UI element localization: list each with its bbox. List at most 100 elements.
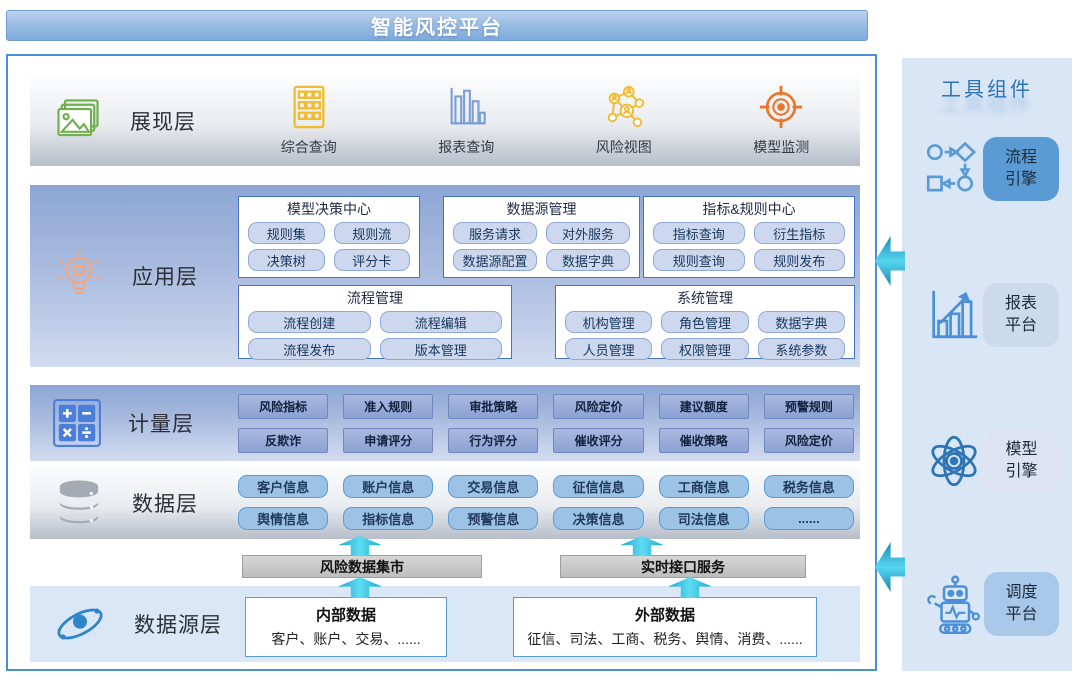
data-chip: ...... (764, 507, 854, 530)
group-title: 数据源管理 (444, 200, 639, 219)
tool-button-model-engine: 模型引擎 (984, 429, 1059, 493)
app-chip: 指标查询 (653, 222, 745, 244)
presentation-item-query: 综合查询 (253, 84, 365, 157)
data-chip: 预警信息 (448, 507, 538, 530)
measurement-layer-label: 计量层 (128, 408, 194, 438)
presentation-item-label: 风险视图 (596, 137, 652, 157)
group-items: 机构管理 角色管理 数据字典 人员管理 权限管理 系统参数 (565, 311, 845, 360)
presentation-item-label: 模型监测 (753, 137, 809, 157)
group-title: 流程管理 (239, 289, 511, 308)
group-datasource-management: 数据源管理 服务请求 对外服务 数据源配置 数据字典 (443, 196, 640, 278)
galaxy-icon (52, 596, 108, 652)
target-icon (758, 84, 804, 130)
measurement-chip: 风险定价 (553, 394, 643, 419)
data-chip: 舆情信息 (238, 507, 328, 530)
group-title: 模型决策中心 (239, 200, 419, 219)
app-chip: 版本管理 (380, 338, 503, 360)
group-index-rule-center: 指标&规则中心 指标查询 衍生指标 规则查询 规则发布 (643, 196, 855, 278)
data-chip: 交易信息 (448, 475, 538, 498)
group-items: 流程创建 流程编辑 流程发布 版本管理 (248, 311, 502, 360)
group-title: 系统管理 (556, 289, 854, 308)
robot-icon (924, 574, 984, 634)
app-chip: 衍生指标 (754, 222, 846, 244)
measurement-chip: 风险指标 (238, 394, 328, 419)
grid-icon (286, 84, 332, 130)
platform-title: 智能风控平台 (371, 11, 503, 40)
measurement-chip: 风险定价 (764, 428, 854, 453)
database-icon (52, 476, 106, 530)
internal-data-desc: 客户、账户、交易、...... (246, 627, 446, 651)
presentation-items: 综合查询 报表查询 (230, 75, 860, 166)
application-layer-head: 应用层 (30, 185, 230, 367)
group-system-management: 系统管理 机构管理 角色管理 数据字典 人员管理 权限管理 系统参数 (555, 285, 855, 359)
tool-button-label: 流程引擎 (1004, 147, 1038, 190)
tool-button-label: 报表平台 (1004, 293, 1038, 336)
application-layer-band: 应用层 模型决策中心 规则集 规则流 决策树 评分卡 数据源管理 服务请求 对外… (30, 185, 860, 367)
datasource-layer-band: 数据源层 内部数据 客户、账户、交易、...... 外部数据 征信、司法、工商、… (30, 586, 860, 662)
calculator-icon (52, 398, 102, 448)
risk-data-mart-bar: 风险数据集市 (242, 555, 482, 578)
app-chip: 数据源配置 (453, 249, 537, 271)
application-layer-label: 应用层 (132, 261, 198, 291)
external-data-box: 外部数据 征信、司法、工商、税务、舆情、消费、...... (513, 597, 817, 657)
app-chip: 服务请求 (453, 222, 537, 244)
realtime-api-service-bar: 实时接口服务 (560, 555, 806, 578)
datasource-layer-head: 数据源层 (30, 586, 230, 662)
app-chip: 规则集 (248, 222, 325, 244)
external-data-desc: 征信、司法、工商、税务、舆情、消费、...... (514, 627, 816, 651)
measurement-chip: 建议额度 (659, 394, 749, 419)
platform-title-banner: 智能风控平台 (6, 10, 868, 41)
presentation-item-label: 综合查询 (281, 137, 337, 157)
measurement-chip: 催收评分 (553, 428, 643, 453)
tool-item-schedule-platform: 调度平台 (902, 564, 1072, 644)
presentation-item-label: 报表查询 (438, 137, 494, 157)
external-data-title: 外部数据 (514, 605, 816, 627)
internal-data-box: 内部数据 客户、账户、交易、...... (245, 597, 447, 657)
tool-button-report-platform: 报表平台 (983, 283, 1059, 347)
group-process-management: 流程管理 流程创建 流程编辑 流程发布 版本管理 (238, 285, 512, 359)
atom-icon (924, 431, 984, 491)
app-chip: 流程发布 (248, 338, 371, 360)
group-model-decision-center: 模型决策中心 规则集 规则流 决策树 评分卡 (238, 196, 420, 278)
flow-up-arrow (620, 536, 664, 556)
app-chip: 评分卡 (334, 249, 411, 271)
app-chip: 机构管理 (565, 311, 652, 333)
bar-chart-icon (443, 84, 489, 130)
app-chip: 权限管理 (661, 338, 748, 360)
app-chip: 规则查询 (653, 249, 745, 271)
tools-sidebar: 工具组件 流程引擎 (902, 58, 1072, 671)
data-chip: 客户信息 (238, 475, 328, 498)
app-chip: 系统参数 (758, 338, 845, 360)
presentation-layer-label: 展现层 (130, 106, 196, 136)
data-chip: 征信信息 (553, 475, 643, 498)
tool-button-label: 调度平台 (1005, 582, 1039, 625)
data-chip: 账户信息 (343, 475, 433, 498)
group-items: 服务请求 对外服务 数据源配置 数据字典 (453, 222, 630, 271)
measurement-chip: 审批策略 (448, 394, 538, 419)
app-chip: 规则流 (334, 222, 411, 244)
app-chip: 角色管理 (661, 311, 748, 333)
pictures-icon (52, 95, 104, 147)
report-chart-icon (924, 286, 982, 344)
app-chip: 流程创建 (248, 311, 371, 333)
bulb-gear-icon (52, 249, 106, 303)
tools-sidebar-title: 工具组件 (902, 73, 1072, 102)
flow-up-arrow (338, 536, 382, 556)
data-chip: 决策信息 (553, 507, 643, 530)
tools-to-platform-arrow (875, 542, 905, 592)
app-chip: 对外服务 (546, 222, 630, 244)
presentation-layer-head: 展现层 (30, 75, 230, 166)
app-chip: 数据字典 (758, 311, 845, 333)
flowchart-icon (924, 140, 982, 198)
tool-button-label: 模型引擎 (1005, 439, 1039, 482)
tool-button-schedule-platform: 调度平台 (984, 572, 1059, 636)
tool-item-report-platform: 报表平台 (902, 282, 1072, 348)
measurement-layer-band: 计量层 风险指标 准入规则 审批策略 风险定价 建议额度 预警规则 反欺诈 申请… (30, 385, 860, 461)
measurement-chip: 申请评分 (343, 428, 433, 453)
data-chip: 税务信息 (764, 475, 854, 498)
data-chip: 指标信息 (343, 507, 433, 530)
group-items: 指标查询 衍生指标 规则查询 规则发布 (653, 222, 845, 271)
data-layer-band: 数据层 客户信息 账户信息 交易信息 征信信息 工商信息 税务信息 舆情信息 指… (30, 466, 860, 539)
measurement-chip: 催收策略 (659, 428, 749, 453)
data-chip: 司法信息 (659, 507, 749, 530)
